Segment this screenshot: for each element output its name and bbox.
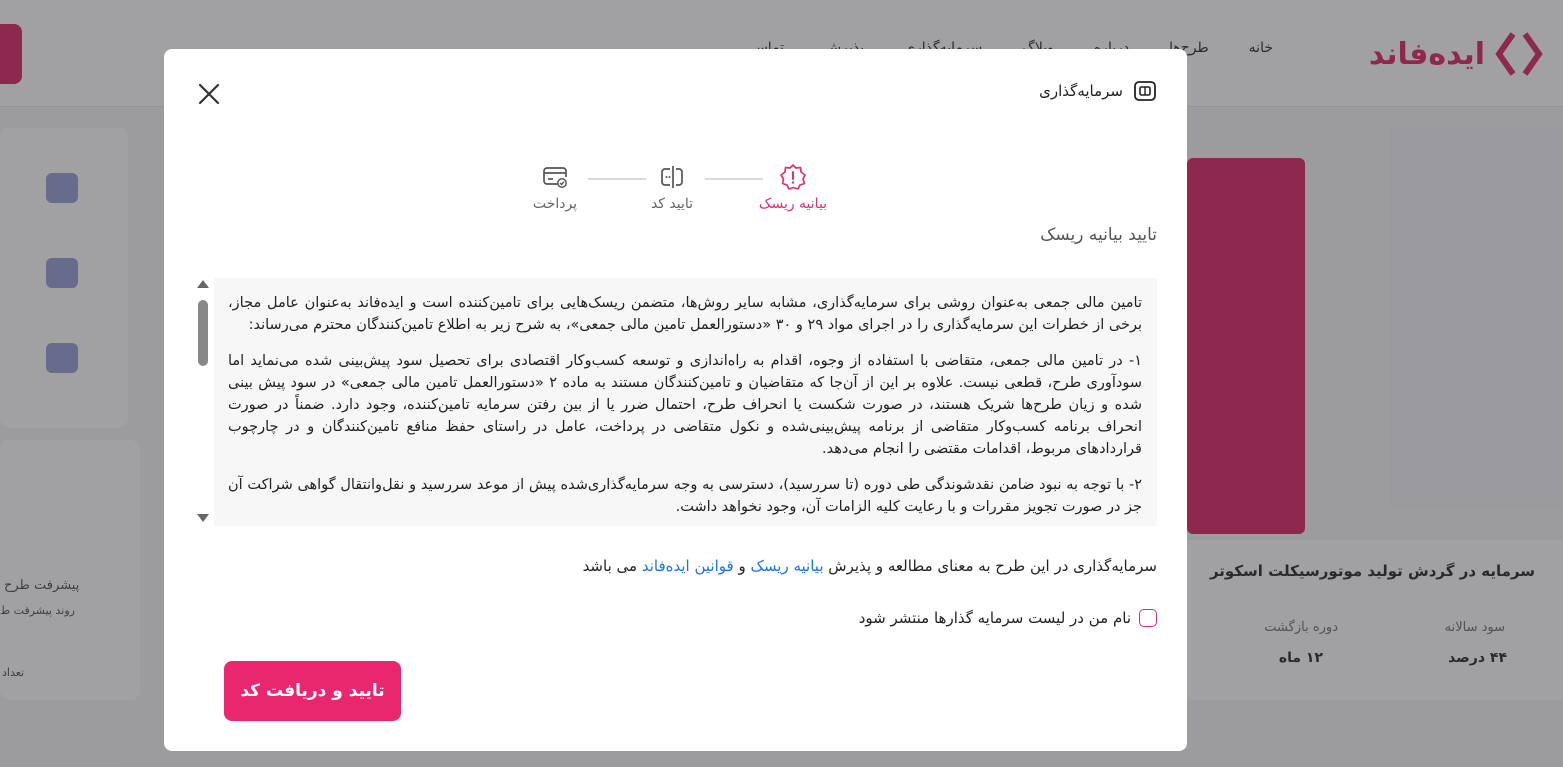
terms-paragraph: ۱- در تامین مالی جمعی، متقاضی با استفاده… [228, 353, 1142, 457]
section-title: تایید بیانیه ریسک [1040, 225, 1157, 245]
close-icon[interactable] [196, 81, 222, 107]
scroll-down-arrow-icon[interactable] [197, 514, 209, 522]
terms-paragraph: تامین مالی جمعی به‌عنوان روشی برای سرمای… [228, 295, 1142, 333]
investment-modal: سرمایه‌گذاری بیانیه ریسک تایید کد [164, 49, 1187, 751]
investment-card-icon [1134, 81, 1156, 101]
scroll-up-arrow-icon[interactable] [197, 280, 209, 288]
modal-header: سرمایه‌گذاری [1039, 79, 1157, 103]
warning-badge-icon [780, 164, 806, 190]
agreement-and: و [738, 557, 746, 575]
scrollbar-thumb[interactable] [198, 300, 208, 366]
rules-link[interactable]: قوانین ایده‌فاند [642, 557, 734, 575]
step-label: بیانیه ریسک [758, 196, 828, 212]
confirm-and-get-code-button[interactable]: تایید و دریافت کد [224, 661, 401, 721]
step-verify-code: تایید کد [627, 162, 717, 212]
publish-name-checkbox[interactable] [1139, 609, 1157, 627]
card-check-icon [543, 167, 567, 188]
agreement-suffix: می باشد [582, 557, 638, 575]
risk-statement-link[interactable]: بیانیه ریسک [751, 557, 824, 575]
risk-statement-box: تامین مالی جمعی به‌عنوان روشی برای سرمای… [194, 278, 1157, 526]
agreement-text: سرمایه‌گذاری در این طرح به معنای مطالعه … [583, 557, 1157, 575]
stepper: بیانیه ریسک تایید کد پرداخت [532, 162, 832, 222]
step-label: پرداخت [532, 196, 578, 212]
step-payment: پرداخت [510, 162, 600, 212]
code-input-icon [661, 166, 683, 188]
scrollbar[interactable] [194, 278, 212, 526]
step-label: تایید کد [650, 196, 694, 212]
modal-title: سرمایه‌گذاری [1039, 82, 1123, 100]
publish-name-label[interactable]: نام من در لیست سرمایه گذارها منتشر شود [859, 609, 1131, 627]
publish-name-option[interactable]: نام من در لیست سرمایه گذارها منتشر شود [859, 609, 1157, 627]
step-risk-statement: بیانیه ریسک [748, 162, 838, 212]
agreement-prefix: سرمایه‌گذاری در این طرح به معنای مطالعه … [828, 557, 1157, 575]
terms-paragraph: ۲- با توجه به نبود ضامن نقدشوندگی طی دور… [228, 477, 1142, 515]
risk-statement-text[interactable]: تامین مالی جمعی به‌عنوان روشی برای سرمای… [214, 278, 1157, 526]
